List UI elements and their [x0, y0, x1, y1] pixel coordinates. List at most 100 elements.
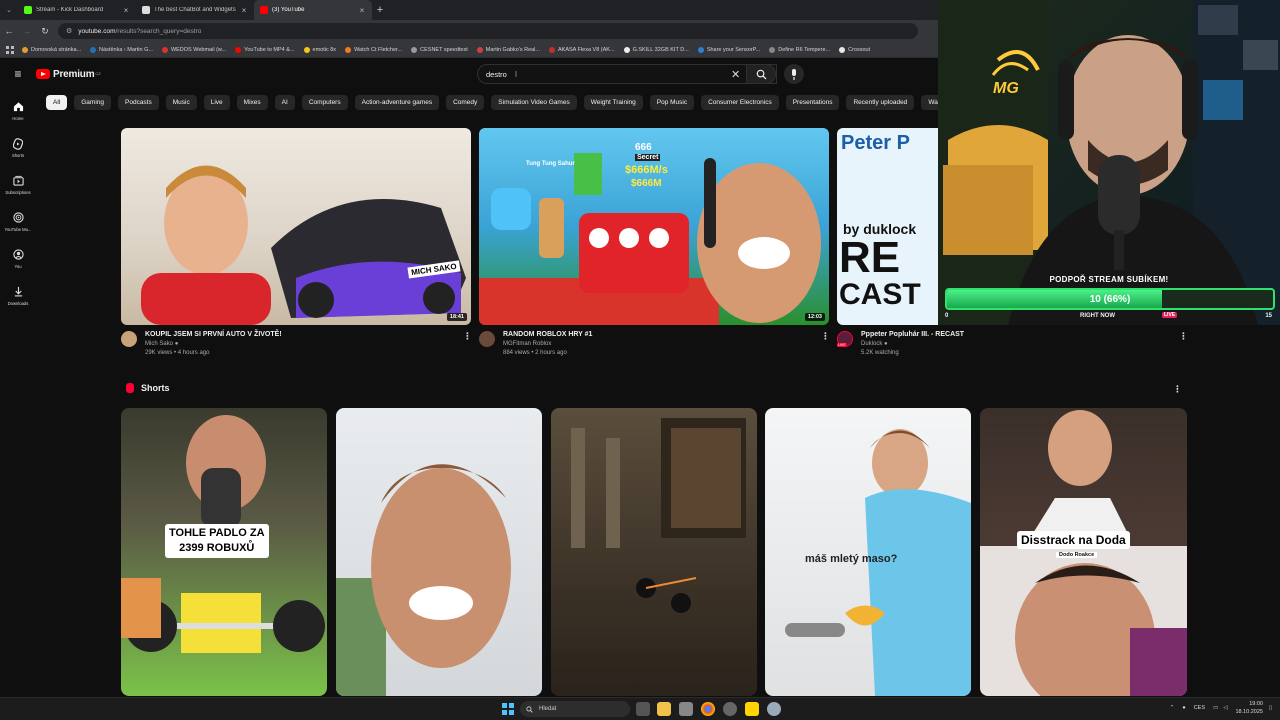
forward-button[interactable]: → — [18, 20, 36, 42]
rail-item-shorts[interactable]: Shorts — [0, 129, 36, 166]
chip[interactable]: Music — [165, 94, 197, 110]
chip[interactable]: Comedy — [446, 94, 485, 110]
plus-icon: + — [376, 4, 384, 16]
rail-item-youtube-music[interactable]: YouTube Mu... — [0, 203, 36, 240]
bookmark-label: AKASA Flexa V8 (AK... — [558, 46, 615, 53]
chip[interactable]: Pop Music — [649, 94, 695, 110]
sticky-notes-icon[interactable] — [745, 702, 759, 716]
language-indicator[interactable]: CES — [1194, 705, 1205, 711]
bookmark-icon — [161, 46, 168, 53]
video-thumbnail[interactable]: 666 Secret $666M/s $666M Tung Tung Sahur… — [479, 128, 829, 325]
file-explorer-icon[interactable] — [657, 702, 671, 716]
bookmark[interactable]: Martin Gabko's Real... — [476, 46, 540, 53]
chip[interactable]: Live — [203, 94, 230, 110]
tab-kick-dashboard[interactable]: Stream - Kick Dashboard × — [18, 0, 136, 20]
youtube-logo[interactable]: Premium CZ — [36, 69, 101, 80]
back-button[interactable]: ← — [0, 20, 18, 42]
chip[interactable]: Weight Training — [583, 94, 643, 110]
chip[interactable]: AI — [274, 94, 295, 110]
reload-button[interactable]: ↻ — [36, 20, 54, 42]
tab-title: (3) YouTube — [272, 7, 305, 13]
store-icon[interactable] — [679, 702, 693, 716]
bookmark[interactable]: Define R6 Tempere... — [769, 46, 830, 53]
bookmark[interactable]: AKASA Flexa V8 (AK... — [549, 46, 615, 53]
apps-grid-icon[interactable] — [6, 45, 14, 54]
chip[interactable]: Computers — [301, 94, 348, 110]
chip[interactable]: Action-adventure games — [354, 94, 440, 110]
chip-all[interactable]: All — [46, 94, 68, 110]
chip[interactable]: Mixes — [236, 94, 268, 110]
bookmark[interactable]: Domovská stránka... — [22, 46, 81, 53]
tab-youtube[interactable]: (3) YouTube × — [254, 0, 372, 20]
url-field[interactable]: ⚙ youtube.com/results?search_query=destr… — [58, 23, 918, 39]
rail-item-downloads[interactable]: Downloads — [0, 277, 36, 314]
volume-icon[interactable]: ◁ — [1223, 705, 1227, 711]
bookmark[interactable]: YouTube to MP4 &... — [235, 46, 295, 53]
more-vert-icon[interactable]: ⋮ — [821, 331, 830, 342]
chrome-icon[interactable] — [701, 702, 715, 716]
channel-avatar-live[interactable]: LIVE — [837, 331, 853, 347]
short-card[interactable]: máš mletý maso? — [765, 408, 971, 696]
bookmark[interactable]: Nástěnka ‹ Martin G... — [90, 46, 153, 53]
channel-avatar[interactable] — [479, 331, 495, 347]
channel-name[interactable]: MGFitman Roblox — [503, 341, 592, 347]
task-view-icon[interactable] — [636, 702, 650, 716]
chevron-up-icon[interactable]: ⌃ — [1170, 705, 1175, 711]
new-tab-button[interactable]: + — [372, 4, 388, 16]
tab-chatbot[interactable]: The best ChatBot and Widgets × — [136, 0, 254, 20]
short-card[interactable] — [336, 408, 542, 696]
more-vert-icon[interactable]: ⋮ — [463, 331, 472, 342]
chatbot-icon — [142, 6, 150, 14]
close-icon[interactable]: × — [358, 6, 366, 15]
clock[interactable]: 19:00 18.10.2025 — [1235, 700, 1263, 716]
bookmark[interactable]: Crossout — [839, 46, 870, 53]
bookmark[interactable]: WEDOS Webmail (w... — [161, 46, 226, 53]
more-vert-icon[interactable]: ⋮ — [1173, 384, 1182, 395]
app-icon[interactable] — [723, 702, 737, 716]
video-title[interactable]: KOUPIL JSEM SI PRVNÍ AUTO V ŽIVOTĚ! — [145, 331, 282, 338]
channel-avatar[interactable] — [121, 331, 137, 347]
clear-search-icon[interactable]: ✕ — [731, 68, 740, 81]
video-thumbnail[interactable]: MICH SAKO 18:41 — [121, 128, 471, 325]
settings-icon[interactable] — [767, 702, 781, 716]
bookmark[interactable]: Watch Ct Fletcher... — [345, 46, 402, 53]
notifications-icon[interactable]: ▯ — [1269, 705, 1272, 711]
video-meta: KOUPIL JSEM SI PRVNÍ AUTO V ŽIVOTĚ! Mich… — [121, 331, 282, 356]
video-title[interactable]: Pppeter Popluhár III. - RECAST — [861, 331, 964, 338]
windows-start-icon[interactable] — [502, 703, 514, 715]
network-icon[interactable]: ▭ — [1213, 705, 1218, 711]
video-thumbnail[interactable]: Peter P by duklock RE CAST — [837, 128, 938, 325]
chip[interactable]: Gaming — [74, 94, 111, 110]
chip[interactable]: Recently uploaded — [846, 94, 915, 110]
channel-line[interactable]: Duklock ● — [861, 341, 964, 347]
rail-item-you[interactable]: You — [0, 240, 36, 277]
short-card[interactable]: TOHLE PADLO ZA 2399 ROBUXŮ — [121, 408, 327, 696]
channel-line[interactable]: Mich Sako ● — [145, 341, 282, 347]
close-icon[interactable]: × — [122, 6, 130, 15]
taskbar-search[interactable]: Hledat — [520, 701, 630, 717]
video-stats: 29K views • 4 hours ago — [145, 350, 210, 356]
search-button[interactable] — [746, 64, 776, 84]
short-card[interactable] — [551, 408, 757, 696]
bookmark[interactable]: emotic 8x — [303, 46, 336, 53]
chip[interactable]: Presentations — [785, 94, 840, 110]
bookmark[interactable]: Share your SensorP... — [697, 46, 760, 53]
bookmark[interactable]: G.SKILL 32GB KIT D... — [623, 46, 689, 53]
bookmark[interactable]: CESNET speedtest — [411, 46, 468, 53]
video-title[interactable]: RANDOM ROBLOX HRY #1 — [503, 331, 592, 338]
chip[interactable]: Wa — [921, 94, 938, 110]
short-card[interactable]: Disstrack na Doda Dodo Roakce — [980, 408, 1187, 696]
chip[interactable]: Podcasts — [118, 94, 159, 110]
close-icon[interactable]: × — [240, 6, 248, 15]
rail-item-subscriptions[interactable]: Subscriptions — [0, 166, 36, 203]
voice-search-button[interactable] — [784, 64, 804, 84]
tab-search-button[interactable]: ⌄ — [0, 0, 18, 20]
more-vert-icon[interactable]: ⋮ — [1179, 331, 1188, 342]
site-info-icon[interactable]: ⚙ — [66, 27, 72, 35]
chip[interactable]: Consumer Electronics — [701, 94, 779, 110]
microphone-icon[interactable]: ● — [1182, 705, 1185, 711]
rail-item-home[interactable]: Home — [0, 92, 36, 129]
chip[interactable]: Simulation Video Games — [491, 94, 577, 110]
bookmark-label: G.SKILL 32GB KIT D... — [632, 46, 689, 53]
menu-icon[interactable]: ≡ — [0, 67, 36, 81]
